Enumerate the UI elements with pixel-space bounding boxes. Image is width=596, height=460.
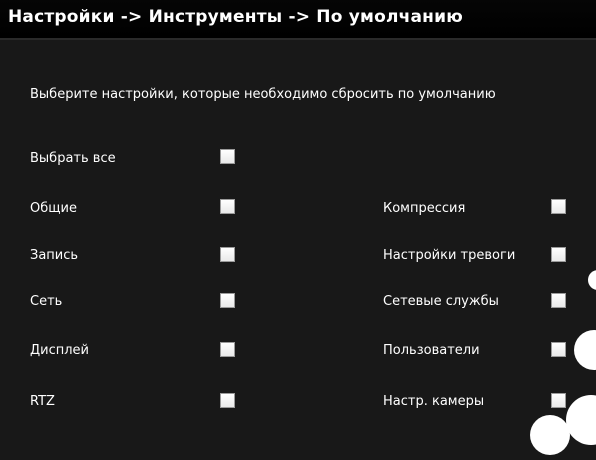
option-label-network: Сеть	[30, 294, 63, 309]
record-checkbox[interactable]	[220, 247, 235, 262]
alarm-settings-checkbox[interactable]	[551, 247, 566, 262]
option-label-network-services: Сетевые службы	[383, 294, 499, 309]
network-services-checkbox[interactable]	[551, 293, 566, 308]
option-label-general: Общие	[30, 201, 77, 216]
decorative-blob	[574, 330, 596, 370]
decorative-blob	[566, 395, 596, 445]
network-checkbox[interactable]	[220, 293, 235, 308]
option-label-compression: Компрессия	[383, 201, 466, 216]
option-label-camera-settings: Настр. камеры	[383, 394, 485, 409]
option-label-users: Пользователи	[383, 343, 480, 358]
rtz-checkbox[interactable]	[220, 393, 235, 408]
breadcrumb-title: Настройки -> Инструменты -> По умолчанию	[8, 7, 463, 27]
option-label-rtz: RTZ	[30, 394, 55, 409]
display-checkbox[interactable]	[220, 342, 235, 357]
option-label-record: Запись	[30, 248, 79, 263]
decorative-blob	[530, 415, 570, 455]
decorative-blob	[588, 270, 596, 290]
compression-checkbox[interactable]	[551, 199, 566, 214]
option-label-alarm-settings: Настройки тревоги	[383, 248, 516, 263]
select-all-label: Выбрать все	[30, 151, 116, 166]
camera-settings-checkbox[interactable]	[551, 393, 566, 408]
title-bar: Настройки -> Инструменты -> По умолчанию	[0, 0, 596, 40]
general-checkbox[interactable]	[220, 199, 235, 214]
select-all-checkbox[interactable]	[220, 149, 235, 164]
instruction-text: Выберите настройки, которые необходимо с…	[30, 87, 496, 102]
users-checkbox[interactable]	[551, 342, 566, 357]
defaults-dialog: Настройки -> Инструменты -> По умолчанию…	[0, 0, 596, 460]
option-label-display: Дисплей	[30, 343, 90, 358]
